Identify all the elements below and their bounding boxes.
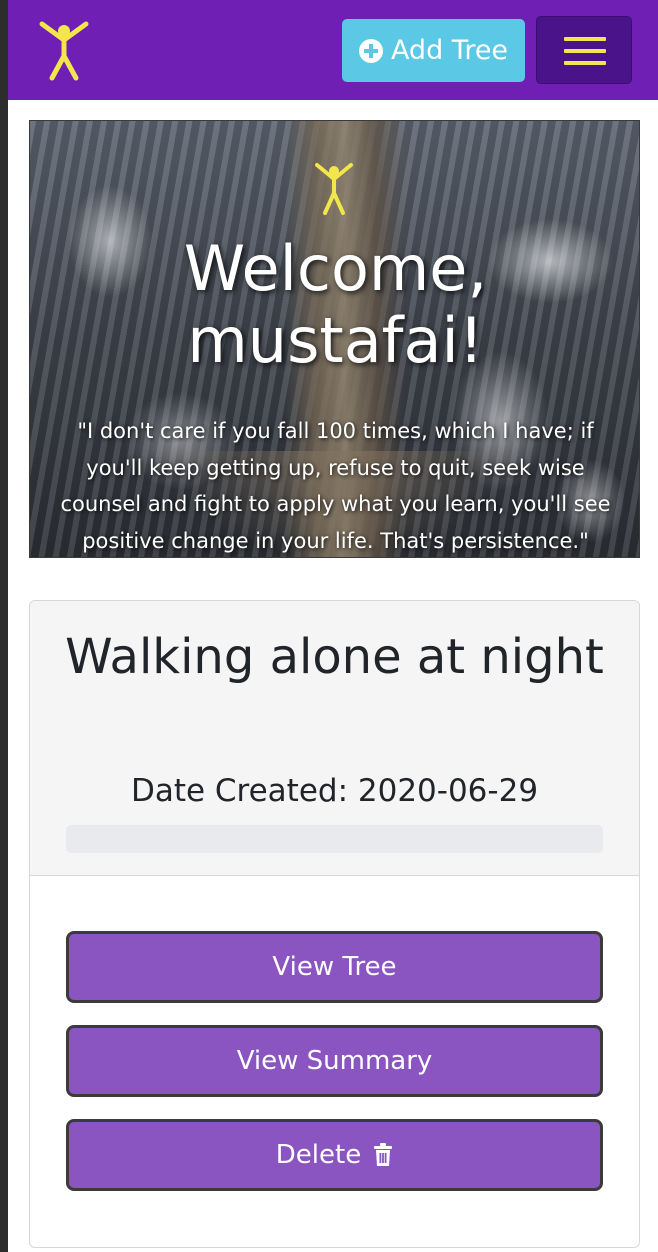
menu-toggle-button[interactable] xyxy=(536,16,632,84)
trash-icon xyxy=(374,1143,393,1166)
welcome-heading: Welcome, mustafai! xyxy=(183,232,488,377)
view-tree-button[interactable]: View Tree xyxy=(66,931,603,1003)
navbar: Add Tree xyxy=(8,0,658,100)
welcome-hero: Welcome, mustafai! "I don't care if you … xyxy=(29,120,640,558)
hamburger-menu-icon xyxy=(564,61,606,65)
page: Add Tree Welcome, mustafai! "I don't car… xyxy=(8,0,658,1252)
tree-title: Walking alone at night xyxy=(65,629,604,685)
inspirational-quote: "I don't care if you fall 100 times, whi… xyxy=(60,419,611,553)
view-summary-label: View Summary xyxy=(236,1046,433,1076)
delete-button[interactable]: Delete xyxy=(66,1119,603,1191)
add-tree-label: Add Tree xyxy=(390,35,509,66)
tree-card-header: Walking alone at night Date Created: 202… xyxy=(30,601,639,876)
delete-label: Delete xyxy=(275,1140,362,1170)
view-summary-button[interactable]: View Summary xyxy=(66,1025,603,1097)
tree-card: Walking alone at night Date Created: 202… xyxy=(29,600,640,1248)
person-figure-icon xyxy=(39,21,89,81)
add-tree-button[interactable]: Add Tree xyxy=(342,19,525,82)
tree-date-created: Date Created: 2020-06-29 xyxy=(130,773,539,809)
tree-progress-bar xyxy=(66,825,603,853)
plus-circle-icon xyxy=(358,38,383,63)
hamburger-menu-icon xyxy=(564,37,606,41)
hamburger-menu-icon xyxy=(564,49,606,53)
view-tree-label: View Tree xyxy=(272,952,397,982)
person-figure-icon xyxy=(315,163,353,215)
brand-logo[interactable] xyxy=(38,20,90,82)
